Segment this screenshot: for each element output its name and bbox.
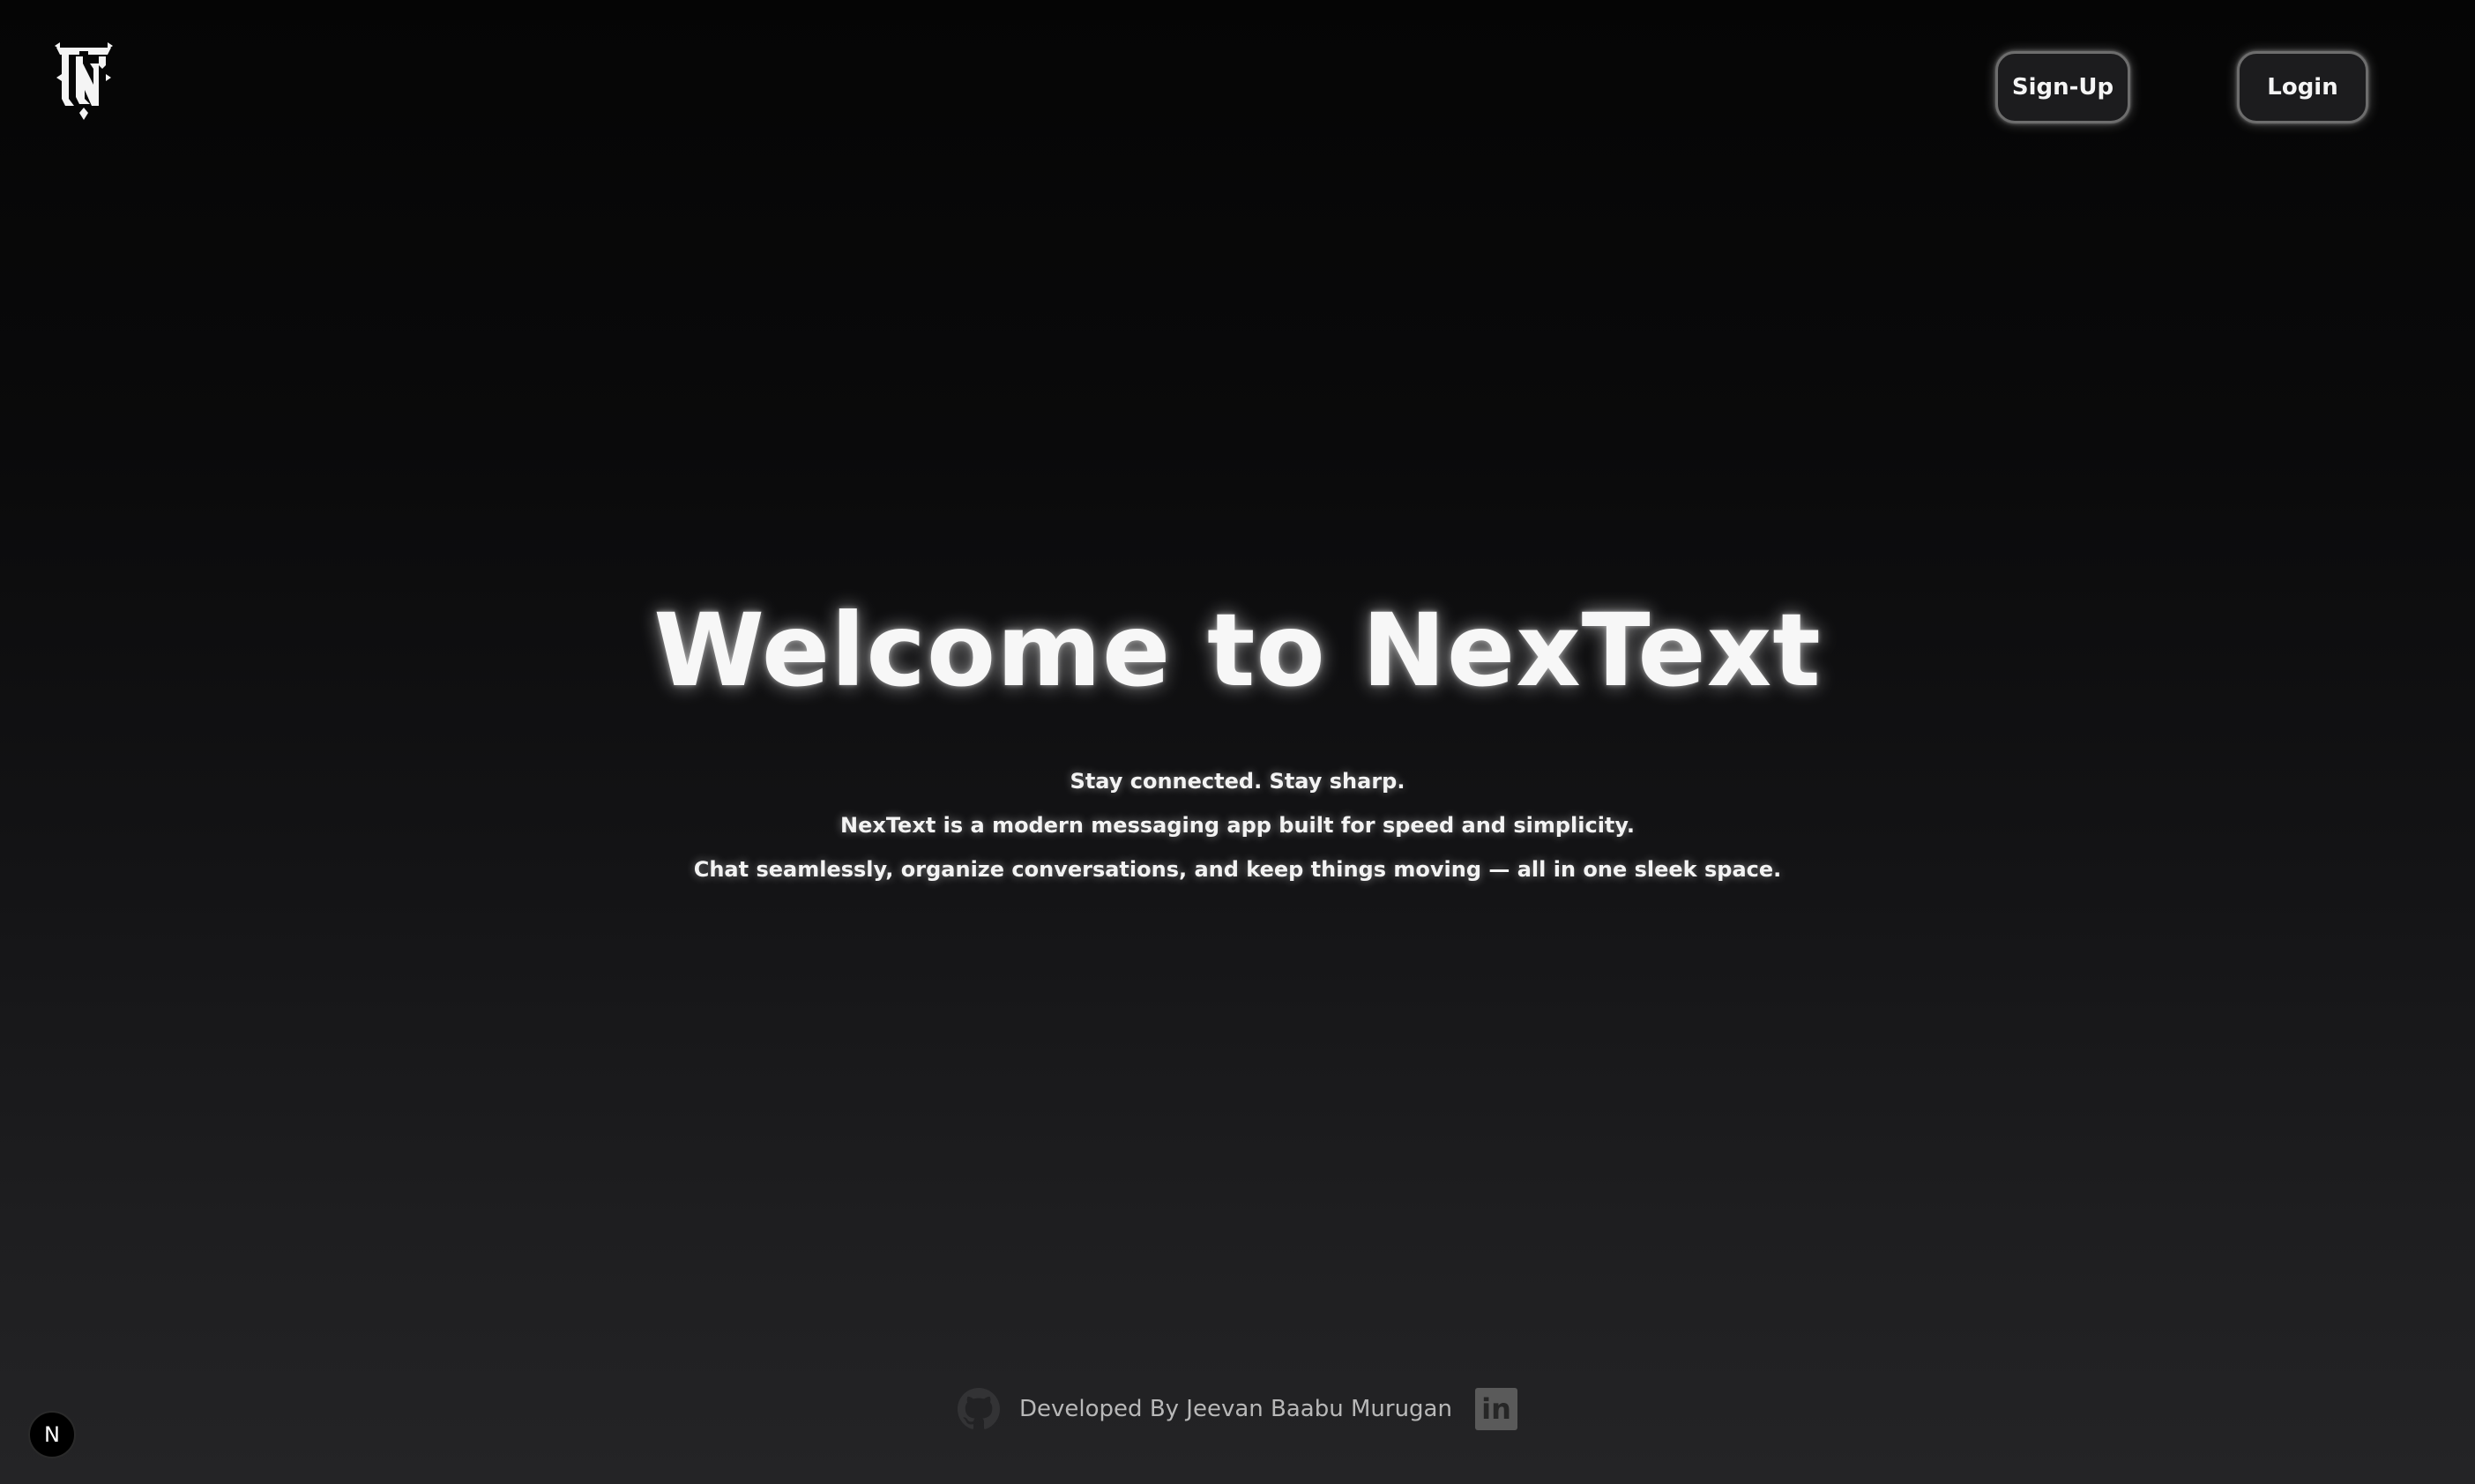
tagline-line-1: Stay connected. Stay sharp. — [1070, 769, 1405, 794]
login-button[interactable]: Login — [2237, 51, 2368, 123]
github-icon[interactable] — [958, 1388, 1001, 1430]
tagline-line-3: Chat seamlessly, organize conversations,… — [693, 857, 1782, 882]
nextjs-icon[interactable]: N — [28, 1411, 76, 1458]
developer-credit: Developed By Jeevan Baabu Murugan — [1019, 1396, 1452, 1422]
nextext-gothic-logo-icon — [55, 42, 113, 120]
footer: Developed By Jeevan Baabu Murugan in — [0, 1384, 2475, 1434]
hero-title: Welcome to NexText — [653, 592, 1822, 709]
tagline-line-2: NexText is a modern messaging app built … — [840, 813, 1635, 838]
logo-icon[interactable] — [53, 42, 115, 120]
sign-up-button[interactable]: Sign-Up — [1995, 51, 2130, 123]
linkedin-icon[interactable]: in — [1474, 1388, 1517, 1430]
